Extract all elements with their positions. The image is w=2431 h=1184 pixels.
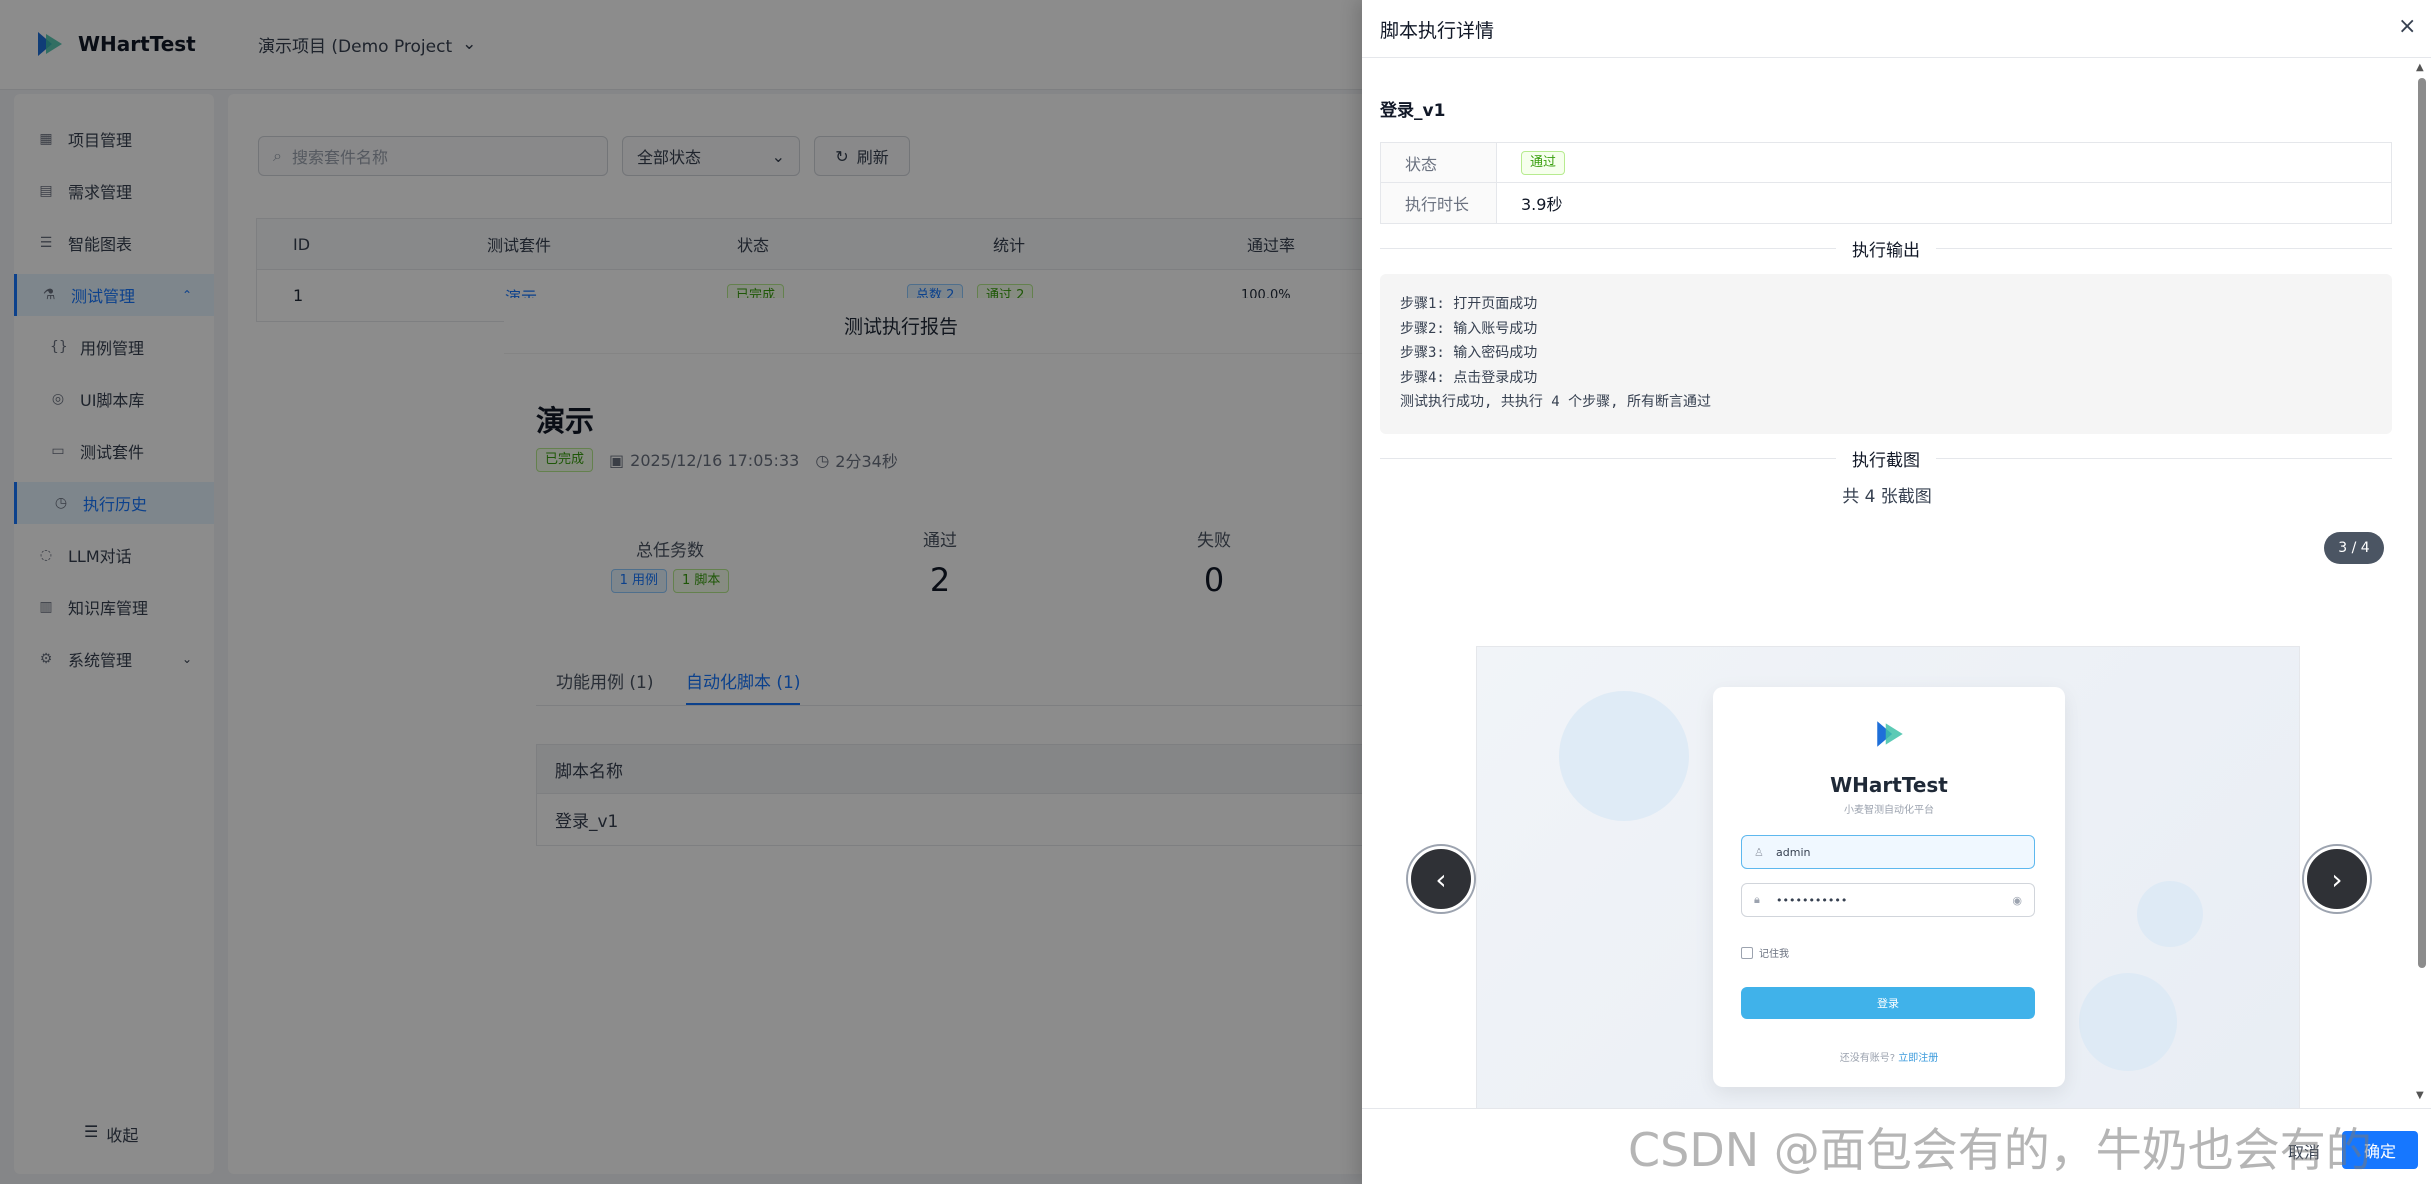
carousel-next-button[interactable]: › (2304, 846, 2370, 912)
chevron-left-icon: ‹ (1435, 862, 1447, 896)
scroll-up-icon[interactable]: ▲ (2416, 62, 2424, 73)
output-divider: 执行输出 (1380, 238, 2392, 261)
drawer-scrollbar[interactable]: ▲ ▼ (2412, 58, 2431, 1108)
drawer-header: 脚本执行详情 × (1362, 0, 2431, 58)
script-name: 登录_v1 (1380, 101, 1446, 121)
output-line: 步骤4: 点击登录成功 (1400, 369, 1538, 386)
close-icon[interactable]: × (2398, 14, 2416, 39)
script-detail-drawer: 脚本执行详情 × 登录_v1 状态 通过 执行时长 3.9秒 执行输出 步骤1:… (1362, 0, 2431, 1184)
desc-value: 3.9秒 (1521, 195, 1563, 214)
output-line: 测试执行成功, 共执行 4 个步骤, 所有断言通过 (1400, 394, 1711, 410)
register-prompt: 还没有账号? 立即注册 (1713, 1049, 2065, 1064)
desc-label: 执行时长 (1381, 183, 1497, 223)
decor-bubble (2137, 881, 2203, 947)
output-line: 步骤1: 打开页面成功 (1400, 296, 1538, 312)
lock-icon: 🔒︎ (1754, 893, 1760, 906)
register-link: 立即注册 (1898, 1053, 1939, 1064)
login-subtitle: 小麦智测自动化平台 (1844, 805, 1934, 816)
remember-label: 记住我 (1759, 949, 1789, 960)
user-icon: ♙ (1754, 845, 1764, 859)
password-field: 🔒︎ ••••••••••• ◉ (1741, 883, 2035, 917)
decor-bubble (2079, 973, 2177, 1071)
drawer-body: 登录_v1 状态 通过 执行时长 3.9秒 执行输出 步骤1: 打开页面成功 步… (1362, 58, 2412, 1108)
output-title: 执行输出 (1852, 240, 1920, 261)
carousel-prev-button[interactable]: ‹ (1408, 846, 1474, 912)
login-button: 登录 (1741, 987, 2035, 1019)
modal-mask[interactable] (0, 0, 1362, 1184)
checkbox (1741, 946, 1753, 959)
username-value: admin (1776, 845, 1811, 859)
carousel-indicator: 3 / 4 (2324, 532, 2384, 564)
screenshots-divider: 执行截图 (1380, 448, 2392, 471)
drawer-title: 脚本执行详情 (1380, 20, 1495, 42)
output-line: 步骤2: 输入账号成功 (1400, 320, 1538, 337)
remember-me: 记住我 (1741, 945, 1789, 960)
register-text: 还没有账号? (1839, 1053, 1896, 1064)
login-title: WHartTest (1830, 773, 1948, 797)
output-line: 步骤3: 输入密码成功 (1400, 345, 1538, 361)
desc-row-status: 状态 通过 (1381, 143, 2391, 183)
eye-icon: ◉ (2012, 893, 2022, 907)
detail-descriptions: 状态 通过 执行时长 3.9秒 (1380, 142, 2392, 224)
app-root: WHartTest 演示项目 (Demo Project ⌄ ▦ 项目管理 ▤ 需求… (0, 0, 2431, 1184)
watermark: CSDN @面包会有的，牛奶也会有的 (1628, 1123, 2372, 1177)
screenshots-title: 执行截图 (1852, 450, 1920, 471)
chevron-right-icon: › (2331, 862, 2343, 896)
login-card: WHartTest 小麦智测自动化平台 ♙ admin 🔒︎ •••••••••••… (1713, 687, 2065, 1087)
password-value: ••••••••••• (1776, 893, 1848, 907)
username-field: ♙ admin (1741, 835, 2035, 869)
desc-row-duration: 执行时长 3.9秒 (1381, 183, 2391, 223)
screenshots-count: 共 4 张截图 (1842, 487, 1932, 507)
status-badge: 通过 (1521, 150, 1566, 175)
app-logo-icon (1877, 721, 1903, 747)
desc-label: 状态 (1381, 143, 1497, 182)
decor-bubble (1559, 691, 1689, 821)
execution-output: 步骤1: 打开页面成功 步骤2: 输入账号成功 步骤3: 输入密码成功 步骤4:… (1380, 274, 2392, 434)
scroll-thumb[interactable] (2418, 78, 2426, 968)
scroll-down-icon[interactable]: ▼ (2416, 1090, 2424, 1101)
desc-value: 通过 (1497, 143, 2391, 182)
screenshot-image[interactable]: WHartTest 小麦智测自动化平台 ♙ admin 🔒︎ •••••••••••… (1476, 646, 2300, 1108)
